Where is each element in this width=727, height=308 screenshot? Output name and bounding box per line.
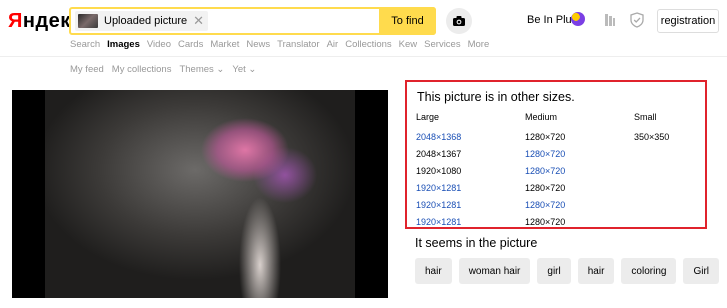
service-link-air[interactable]: Air [327,39,339,50]
uploaded-picture-chip[interactable]: Uploaded picture ✕ [75,11,209,31]
sizes-column-small: Small 350×350 [634,112,669,146]
size-column-header: Large [416,112,440,122]
size-link[interactable]: 1280×720 [525,146,565,163]
seems-title: It seems in the picture [415,236,538,250]
find-button[interactable]: To find [379,7,436,35]
service-link-more[interactable]: More [468,39,490,50]
header-divider [0,56,727,57]
service-link-cards[interactable]: Cards [178,39,203,50]
logo-first-letter: Я [8,10,23,32]
subnav-item-0[interactable]: My feed [70,64,104,75]
size-link[interactable]: 2048×1367 [416,146,461,163]
service-link-video[interactable]: Video [147,39,171,50]
size-link[interactable]: 1920×1281 [416,197,461,214]
size-link[interactable]: 1280×720 [525,163,565,180]
service-link-market[interactable]: Market [210,39,239,50]
size-link[interactable]: 1920×1080 [416,163,461,180]
tag-button[interactable]: coloring [621,258,677,284]
plus-icon[interactable] [571,12,585,26]
uploaded-thumbnail [78,14,98,28]
subnav-item-2[interactable]: Themes ⌄ [179,64,224,75]
collections-icon[interactable] [602,12,618,28]
size-column-header: Medium [525,112,558,122]
subnav-item-3[interactable]: Yet ⌄ [232,64,256,75]
uploaded-photo[interactable] [12,90,388,298]
service-link-translator[interactable]: Translator [277,39,319,50]
tag-button[interactable]: hair [577,258,615,284]
service-link-kew[interactable]: Kew [399,39,417,50]
size-link[interactable]: 1280×720 [525,129,565,146]
service-link-images[interactable]: Images [107,39,140,50]
services-nav: Search Images Video Cards Market News Translat… [70,39,496,50]
close-icon[interactable]: ✕ [193,14,204,28]
size-link[interactable]: 1920×1281 [416,180,461,197]
uploaded-picture-label: Uploaded picture [104,15,188,27]
size-link[interactable]: 350×350 [634,129,669,146]
camera-icon[interactable] [446,8,472,34]
size-link[interactable]: 1280×720 [525,180,565,197]
plus-link[interactable]: Be In Plus [527,14,577,26]
photo-content [45,90,355,298]
service-link-search[interactable]: Search [70,39,100,50]
sizes-column-large: Large 2048×1368 2048×1367 1920×1080 1920×128… [416,112,461,231]
tag-button[interactable]: girl [537,258,571,284]
tags-list: hair woman hair girl hair coloring Girl [415,258,726,284]
size-link[interactable]: 1280×720 [525,197,565,214]
sizes-column-medium: Medium 1280×720 1280×720 1280×720 1280×720 12… [525,112,565,231]
service-link-services[interactable]: Services [424,39,460,50]
tag-button[interactable]: hair [415,258,452,284]
subnav-item-1[interactable]: My collections [112,64,172,75]
tag-button[interactable]: Girl [683,258,720,284]
shield-icon[interactable] [629,12,645,28]
registration-button[interactable]: registration [657,9,719,33]
service-link-collections[interactable]: Collections [345,39,391,50]
other-sizes-title: This picture is in other sizes. [417,90,575,104]
other-sizes-panel: This picture is in other sizes. Large 204… [405,80,707,229]
size-link[interactable]: 2048×1368 [416,129,461,146]
size-column-header: Small [634,112,657,122]
size-link[interactable]: 1280×720 [525,214,565,231]
service-link-news[interactable]: News [246,39,270,50]
tag-button[interactable]: woman hair [458,258,531,284]
size-link[interactable]: 1920×1281 [416,214,461,231]
sub-nav: My feed My collections Themes ⌄ Yet ⌄ [70,64,264,75]
